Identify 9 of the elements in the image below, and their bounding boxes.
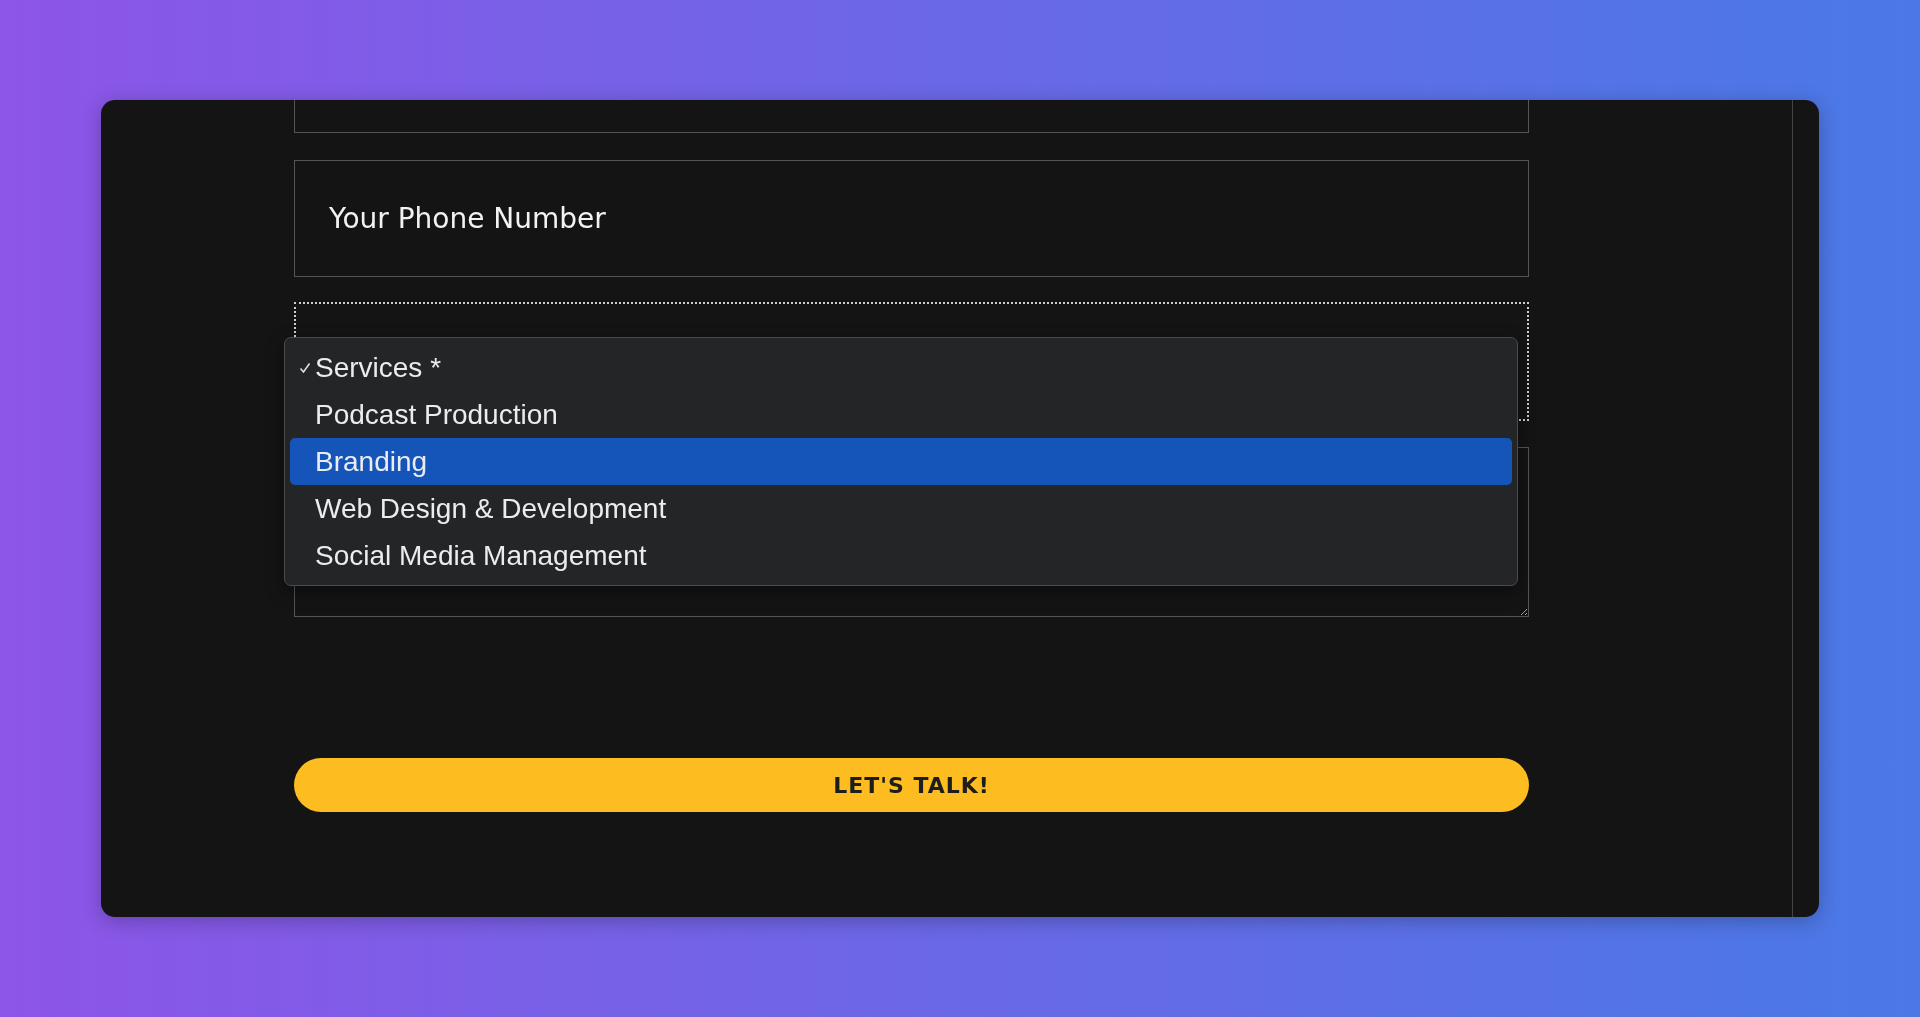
phone-field[interactable]: Your Phone Number <box>294 160 1529 277</box>
check-icon <box>299 361 311 374</box>
dropdown-option[interactable]: Web Design & Development <box>290 485 1512 532</box>
dropdown-option[interactable]: Podcast Production <box>290 391 1512 438</box>
dropdown-option[interactable]: Social Media Management <box>290 532 1512 579</box>
text-field[interactable] <box>294 100 1529 133</box>
submit-button[interactable]: LET'S TALK! <box>294 758 1529 812</box>
dropdown-option[interactable]: Services * <box>290 344 1512 391</box>
dropdown-option[interactable]: Branding <box>290 438 1512 485</box>
